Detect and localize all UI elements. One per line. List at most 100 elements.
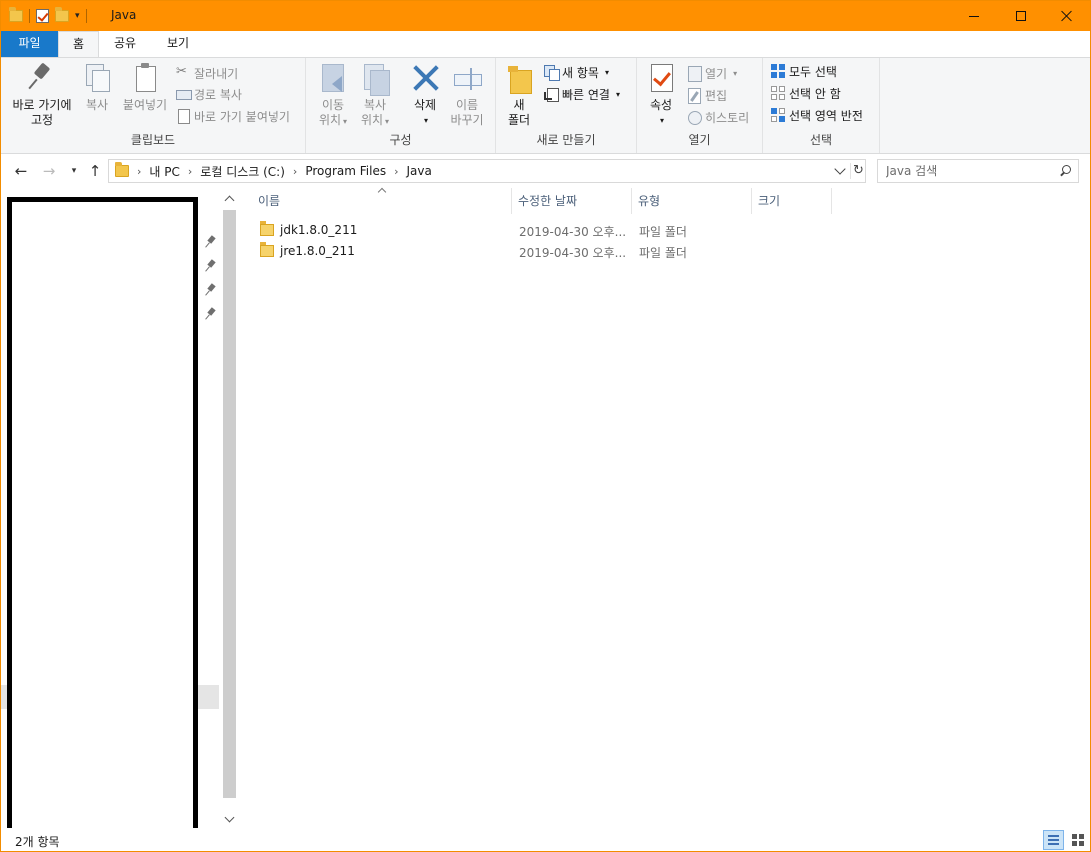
copy-button[interactable]: 복사 [79, 62, 115, 113]
folder-icon[interactable] [9, 7, 23, 22]
group-label-clipboard: 클립보드 [130, 133, 176, 147]
invert-selection-button[interactable]: 선택 영역 반전 [771, 105, 863, 125]
copy-to-label-line2: 위치 ▾ [360, 113, 390, 127]
delete-button[interactable]: 삭제 ▾ [408, 62, 442, 128]
group-select: 모두 선택 선택 안 함 선택 영역 반전 선택 [763, 58, 880, 153]
group-label-organize: 구성 [389, 133, 412, 147]
nav-pane-scrollbar[interactable] [221, 188, 238, 828]
breadcrumb-separator-icon[interactable]: › [394, 165, 398, 178]
pin-to-quick-access-button[interactable]: 바로 가기에 고정 [7, 62, 77, 128]
new-item-label: 새 항목 [562, 65, 599, 80]
minimize-button[interactable] [951, 1, 997, 31]
copy-path-label: 경로 복사 [194, 87, 242, 102]
easy-access-button[interactable]: 빠른 연결 ▾ [544, 84, 620, 104]
open-label: 열기 [705, 66, 728, 81]
new-item-button[interactable]: 새 항목 ▾ [544, 62, 609, 82]
column-header-size[interactable]: 크기 [752, 188, 832, 214]
cut-button[interactable]: 잘라내기 [176, 63, 238, 83]
group-new: 새 폴더 새 항목 ▾ 빠른 연결 ▾ 새로 만들기 [496, 58, 637, 153]
paste-shortcut-button[interactable]: 바로 가기 붙여넣기 [176, 106, 290, 126]
pin-icon [205, 260, 217, 272]
group-organize: 이동 위치 ▾ 복사 위치 ▾ 삭제 ▾ 이름 바꾸기 구성 [306, 58, 496, 153]
edit-icon [687, 88, 701, 104]
breadcrumb-separator-icon[interactable]: › [137, 165, 141, 178]
paste-button[interactable]: 붙여넣기 [119, 62, 171, 113]
tab-share[interactable]: 공유 [103, 31, 147, 57]
file-explorer-window: ▾ Java 파일 홈 공유 보기 ? 바로 가기에 고정 복사 [0, 0, 1091, 852]
scroll-down-arrow-icon[interactable] [224, 815, 235, 826]
tab-file[interactable]: 파일 [1, 31, 58, 57]
select-none-icon [771, 86, 785, 100]
breadcrumb-java[interactable]: Java [407, 164, 432, 178]
address-bar[interactable]: › 내 PC › 로컬 디스크 (C:) › Program Files › J… [108, 159, 866, 183]
easy-access-label: 빠른 연결 [562, 87, 610, 102]
breadcrumb-separator-icon[interactable]: › [188, 165, 192, 178]
column-header-name-label: 이름 [258, 194, 281, 208]
open-icon [687, 66, 702, 82]
column-header-name[interactable]: 이름 [246, 188, 512, 214]
new-folder-button[interactable]: 새 폴더 [502, 62, 536, 128]
up-arrow-icon[interactable]: ↑ [85, 162, 105, 180]
search-input[interactable] [878, 160, 1053, 182]
quick-access-toolbar: ▾ [9, 7, 87, 25]
file-type: 파일 폴더 [639, 246, 687, 260]
new-folder-label-line2: 폴더 [507, 113, 531, 127]
breadcrumb-local-disk[interactable]: 로컬 디스크 (C:) [200, 163, 285, 180]
window-title: Java [111, 8, 137, 22]
customize-toolbar-dropdown-icon[interactable]: ▾ [75, 11, 80, 21]
details-view-icon[interactable] [1043, 830, 1064, 850]
select-all-button[interactable]: 모두 선택 [771, 61, 837, 81]
forward-arrow-icon[interactable]: → [39, 162, 59, 180]
select-all-label: 모두 선택 [789, 64, 837, 79]
recent-locations-chevron-icon[interactable]: ▾ [64, 162, 84, 180]
item-count: 2개 항목 [15, 835, 60, 849]
maximize-button[interactable] [998, 1, 1044, 31]
group-label-open: 열기 [688, 133, 711, 147]
status-bar: 2개 항목 [1, 828, 1090, 851]
ribbon-tabs: 파일 홈 공유 보기 ? [1, 31, 1090, 81]
select-none-button[interactable]: 선택 안 함 [771, 83, 841, 103]
file-name: jdk1.8.0_211 [280, 223, 358, 237]
open-button[interactable]: 열기 ▾ [687, 63, 737, 83]
folder-icon [115, 162, 129, 177]
navigation-bar: ← → ▾ ↑ › 내 PC › 로컬 디스크 (C:) › Program F… [1, 155, 1090, 187]
large-icons-view-icon[interactable] [1068, 830, 1088, 850]
history-button[interactable]: 히스토리 [687, 107, 749, 127]
back-arrow-icon[interactable]: ← [11, 162, 31, 180]
scrollbar-thumb[interactable] [223, 210, 236, 798]
new-folder-icon[interactable] [55, 7, 69, 22]
search-icon[interactable] [1059, 164, 1073, 178]
table-row[interactable]: jdk1.8.0_211 2019-04-30 오후... 파일 폴더 [246, 220, 836, 241]
move-to-button[interactable]: 이동 위치 ▾ [314, 62, 352, 129]
column-header-type[interactable]: 유형 [632, 188, 752, 214]
breadcrumb-this-pc[interactable]: 내 PC [149, 163, 179, 180]
copy-path-button[interactable]: 경로 복사 [176, 84, 242, 104]
address-dropdown-chevron-icon[interactable] [833, 164, 847, 178]
group-open: 속성 ▾ 열기 ▾ 편집 히스토리 열기 [637, 58, 763, 153]
rename-button[interactable]: 이름 바꾸기 [446, 62, 488, 128]
copy-to-label-line1: 복사 [363, 98, 387, 112]
column-header-date[interactable]: 수정한 날짜 [512, 188, 632, 214]
properties-icon[interactable] [36, 9, 49, 23]
search-box[interactable] [877, 159, 1079, 183]
move-to-label-line1: 이동 [321, 98, 345, 112]
scroll-up-arrow-icon[interactable] [224, 193, 235, 204]
properties-button[interactable]: 속성 ▾ [643, 62, 679, 128]
ribbon: 바로 가기에 고정 복사 붙여넣기 잘라내기 경로 복사 바로 가기 붙여 [1, 57, 1090, 154]
open-dropdown-icon: ▾ [733, 68, 738, 78]
refresh-icon[interactable]: ↻ [850, 163, 866, 179]
pin-icon [205, 284, 217, 296]
new-folder-icon [504, 62, 534, 94]
close-button[interactable] [1044, 1, 1090, 31]
edit-button[interactable]: 편집 [687, 85, 727, 105]
breadcrumb-separator-icon[interactable]: › [293, 165, 297, 178]
table-row[interactable]: jre1.8.0_211 2019-04-30 오후... 파일 폴더 [246, 241, 836, 262]
close-icon [1061, 10, 1073, 22]
delete-icon [410, 62, 440, 94]
breadcrumb-program-files[interactable]: Program Files [305, 164, 386, 178]
scissors-icon [176, 64, 190, 80]
copy-to-button[interactable]: 복사 위치 ▾ [356, 62, 394, 129]
tab-view[interactable]: 보기 [155, 31, 201, 57]
tab-home[interactable]: 홈 [58, 31, 99, 58]
group-label-new: 새로 만들기 [536, 133, 596, 147]
